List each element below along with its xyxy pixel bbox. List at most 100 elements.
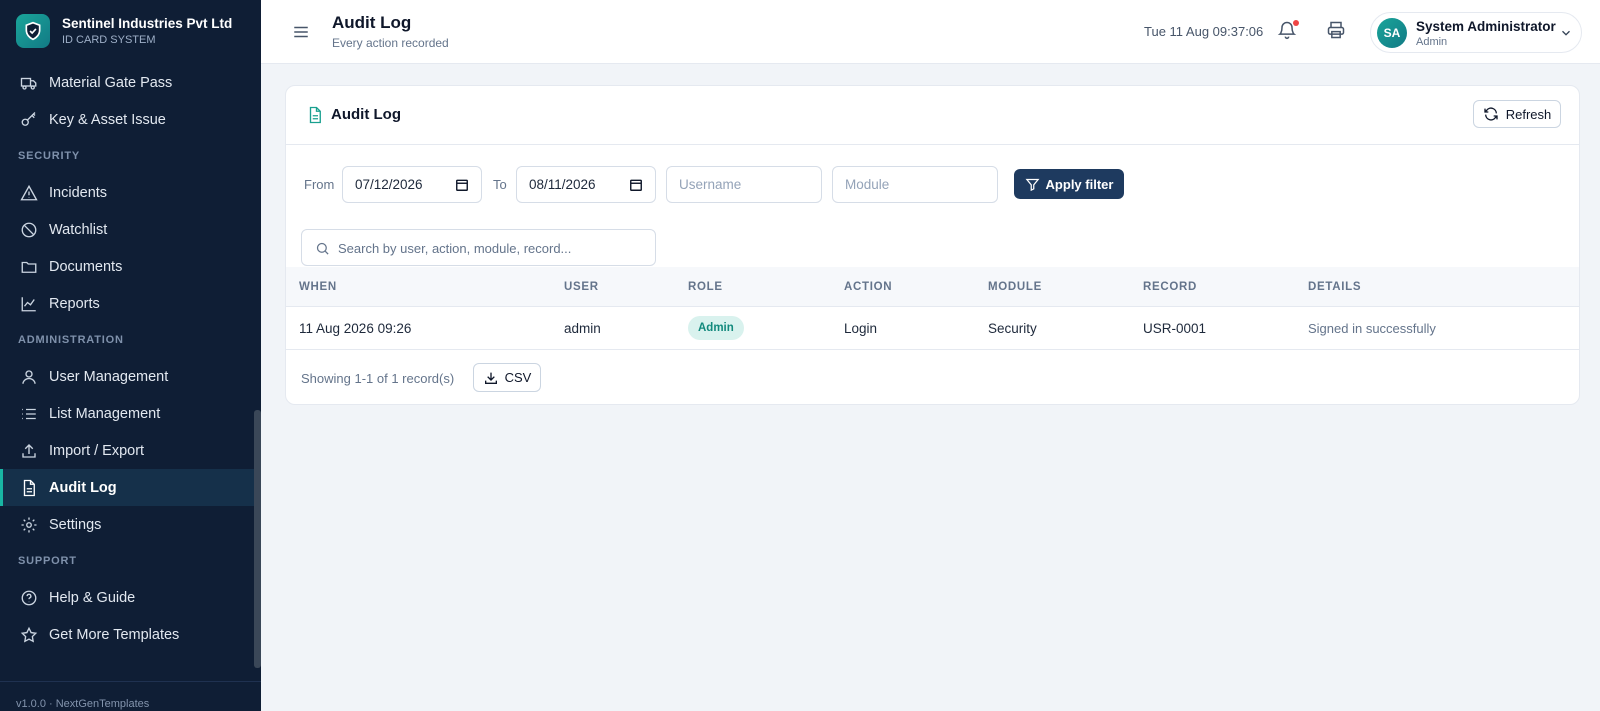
table-row[interactable]: 11 Aug 2026 09:26 admin Admin Login Secu… <box>286 307 1579 350</box>
cell-record: USR-0001 <box>1143 321 1207 336</box>
sidebar-item-label: Watchlist <box>49 221 108 238</box>
sidebar-item-import-export[interactable]: Import / Export <box>0 432 255 469</box>
alert-triangle-icon <box>20 184 38 202</box>
print-button[interactable] <box>1326 20 1348 42</box>
chart-line-icon <box>20 295 38 313</box>
sidebar-item-incidents[interactable]: Incidents <box>0 174 255 211</box>
top-header: Audit Log Every action recorded Tue 11 A… <box>261 0 1600 64</box>
refresh-button[interactable]: Refresh <box>1473 100 1561 128</box>
sidebar-nav: Material Gate Pass Key & Asset Issue SEC… <box>0 64 255 653</box>
notification-dot <box>1293 20 1299 26</box>
to-date-value: 08/11/2026 <box>529 177 596 192</box>
truck-icon <box>20 74 38 92</box>
from-date-value: 07/12/2026 <box>355 177 423 192</box>
gear-icon <box>20 516 38 534</box>
sidebar-item-label: Get More Templates <box>49 626 180 643</box>
table-header: WHEN USER ROLE ACTION MODULE RECORD DETA… <box>286 267 1579 307</box>
user-name: System Administrator <box>1416 19 1556 34</box>
column-header-record[interactable]: RECORD <box>1143 281 1197 293</box>
key-icon <box>20 111 38 129</box>
to-date-input[interactable]: 08/11/2026 <box>516 166 656 203</box>
calendar-icon[interactable] <box>455 178 469 192</box>
help-circle-icon <box>20 589 38 607</box>
brand-name: Sentinel Industries Pvt Ltd <box>62 15 233 31</box>
sidebar-divider <box>0 681 261 682</box>
sidebar-item-key-asset-issue[interactable]: Key & Asset Issue <box>0 101 255 138</box>
column-header-module[interactable]: MODULE <box>988 281 1042 293</box>
to-label: To <box>493 177 507 192</box>
column-header-when[interactable]: WHEN <box>299 281 337 293</box>
column-header-user[interactable]: USER <box>564 281 599 293</box>
sidebar-item-get-more-templates[interactable]: Get More Templates <box>0 616 255 653</box>
sidebar-section-administration: ADMINISTRATION <box>18 334 124 346</box>
sidebar-item-help-guide[interactable]: Help & Guide <box>0 579 255 616</box>
filter-row: From 07/12/2026 To 08/11/2026 Username M… <box>304 166 1204 204</box>
menu-toggle-button[interactable] <box>289 20 313 44</box>
sidebar-item-label: Key & Asset Issue <box>49 111 166 128</box>
upload-icon <box>20 442 38 460</box>
card-title: Audit Log <box>331 106 401 123</box>
column-header-role[interactable]: ROLE <box>688 281 723 293</box>
username-input[interactable]: Username <box>666 166 822 203</box>
folder-icon <box>20 258 38 276</box>
role-badge: Admin <box>688 316 744 340</box>
sidebar-item-label: Help & Guide <box>49 589 136 606</box>
refresh-icon <box>1484 107 1498 121</box>
shield-icon <box>16 14 50 48</box>
file-text-icon <box>20 479 38 497</box>
sidebar-item-audit-log[interactable]: Audit Log <box>0 469 255 506</box>
page-title: Audit Log <box>332 13 412 32</box>
brand[interactable]: Sentinel Industries Pvt Ltd ID CARD SYST… <box>16 14 232 48</box>
sidebar-item-settings[interactable]: Settings <box>0 506 255 543</box>
star-icon <box>20 626 38 644</box>
calendar-icon[interactable] <box>629 178 643 192</box>
user-icon <box>20 368 38 386</box>
search-placeholder: Search by user, action, module, record..… <box>338 241 572 256</box>
sidebar-item-user-management[interactable]: User Management <box>0 358 255 395</box>
sidebar-item-label: User Management <box>49 368 169 385</box>
header-clock: Tue 11 Aug 09:37:06 <box>1144 24 1264 39</box>
module-input[interactable]: Module <box>832 166 998 203</box>
sidebar-item-documents[interactable]: Documents <box>0 248 255 285</box>
hamburger-icon <box>294 26 308 38</box>
printer-icon <box>1327 21 1345 39</box>
sidebar-scrollbar[interactable] <box>254 410 261 668</box>
sidebar-item-reports[interactable]: Reports <box>0 285 255 322</box>
user-menu[interactable]: SA System Administrator Admin <box>1370 12 1582 53</box>
column-header-details[interactable]: DETAILS <box>1308 281 1361 293</box>
sidebar-item-label: List Management <box>49 405 161 422</box>
list-icon <box>20 405 38 423</box>
cell-action: Login <box>844 321 878 336</box>
sidebar-item-label: Reports <box>49 295 100 312</box>
sidebar-item-watchlist[interactable]: Watchlist <box>0 211 255 248</box>
sidebar-item-label: Documents <box>49 258 123 275</box>
apply-filter-button[interactable]: Apply filter <box>1014 169 1124 199</box>
from-date-input[interactable]: 07/12/2026 <box>342 166 482 203</box>
card-header: Audit Log Refresh <box>286 86 1579 145</box>
page-subtitle: Every action recorded <box>332 36 449 50</box>
sidebar-item-list-management[interactable]: List Management <box>0 395 255 432</box>
csv-label: CSV <box>504 370 532 385</box>
search-icon <box>316 242 329 255</box>
sidebar-item-material-gate-pass[interactable]: Material Gate Pass <box>0 64 255 101</box>
chevron-down-icon <box>1562 30 1570 36</box>
from-label: From <box>304 177 335 192</box>
csv-export-button[interactable]: CSV <box>473 363 541 392</box>
username-placeholder: Username <box>679 177 742 192</box>
sidebar: Sentinel Industries Pvt Ltd ID CARD SYST… <box>0 0 261 711</box>
version-text: v1.0.0 · NextGenTemplates <box>16 698 150 710</box>
audit-log-card: Audit Log Refresh From 07/12/2026 To 08/… <box>285 85 1580 405</box>
download-icon <box>484 372 497 384</box>
module-placeholder: Module <box>845 177 890 192</box>
sidebar-item-label: Settings <box>49 516 102 533</box>
column-header-action[interactable]: ACTION <box>844 281 892 293</box>
sidebar-item-label: Material Gate Pass <box>49 74 173 91</box>
sidebar-item-label: Import / Export <box>49 442 145 459</box>
cell-user: admin <box>564 321 601 336</box>
record-count: Showing 1-1 of 1 record(s) <box>301 371 455 386</box>
cell-when: 11 Aug 2026 09:26 <box>299 321 412 336</box>
avatar: SA <box>1377 18 1407 48</box>
search-input[interactable]: Search by user, action, module, record..… <box>301 229 656 266</box>
filter-icon <box>1025 178 1039 191</box>
card-footer: Showing 1-1 of 1 record(s) CSV <box>286 351 1579 404</box>
